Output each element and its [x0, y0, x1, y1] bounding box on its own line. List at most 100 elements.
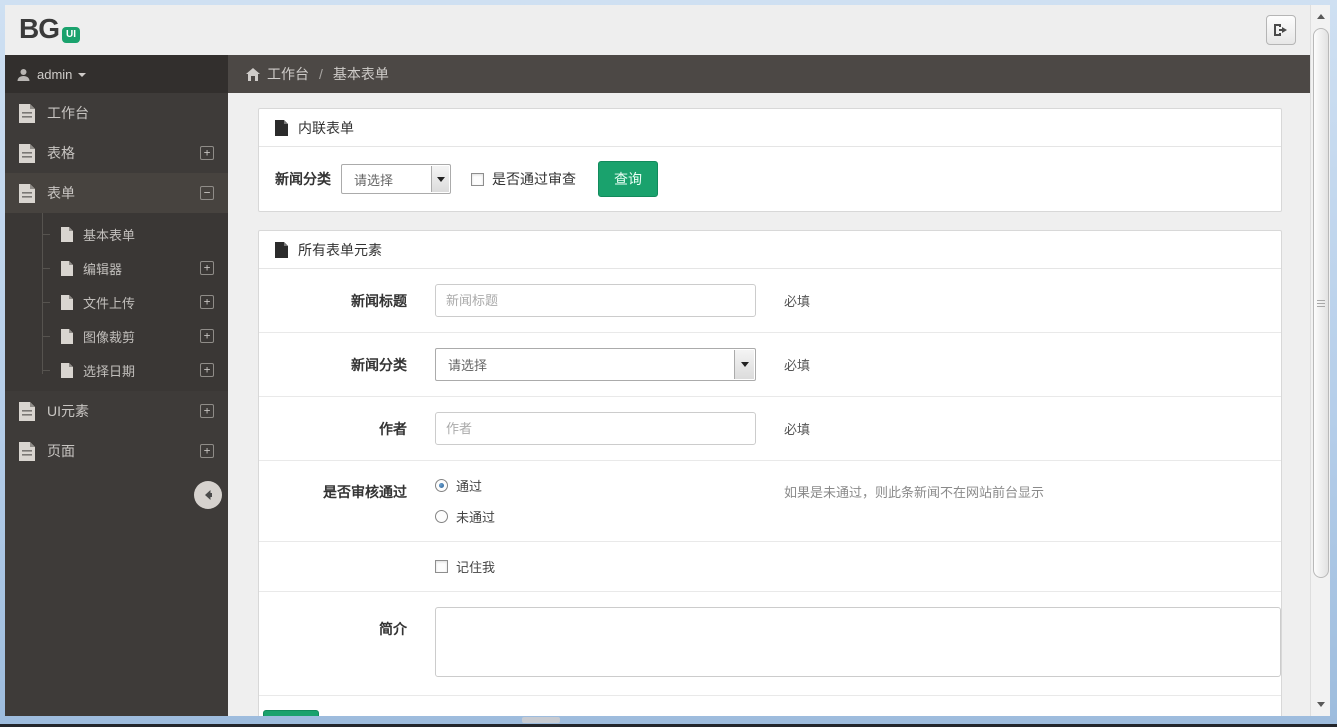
- required-hint: 必填: [784, 422, 811, 437]
- expand-plus-icon[interactable]: +: [200, 261, 214, 275]
- sidebar-item-label: 表单: [47, 185, 75, 201]
- news-category-select-value: 请选择: [448, 358, 488, 373]
- author-input[interactable]: [435, 412, 756, 445]
- collapse-minus-icon[interactable]: −: [200, 186, 214, 200]
- remember-me-checkbox[interactable]: [435, 560, 448, 573]
- sidebar-item-forms[interactable]: 表单 −: [5, 173, 228, 213]
- breadcrumb-home[interactable]: 工作台: [267, 64, 309, 84]
- sidebar-item-label: 表格: [47, 145, 75, 161]
- review-status-label: 是否审核通过: [323, 484, 407, 500]
- news-title-label: 新闻标题: [351, 292, 407, 309]
- review-status-row: 是否审核通过 通过 未通过 如果是未通过，则此条新闻不在网站前台显示: [259, 461, 1281, 542]
- required-hint: 必填: [784, 358, 811, 373]
- expand-plus-icon[interactable]: +: [200, 444, 214, 458]
- logout-icon: [1273, 23, 1289, 37]
- file-icon: [61, 362, 73, 378]
- search-button[interactable]: 查询: [598, 161, 658, 197]
- logo-text: BG: [19, 13, 60, 44]
- review-filter-checkbox-group[interactable]: 是否通过审查: [471, 169, 576, 189]
- expand-plus-icon[interactable]: +: [200, 295, 214, 309]
- news-title-row: 新闻标题 必填: [259, 269, 1281, 333]
- page-content: 内联表单 新闻分类 请选择 是否通过审查 查询 所有表单元素 新闻标题 新闻标题…: [228, 93, 1310, 716]
- top-header: BG UI: [5, 5, 1310, 55]
- intro-label: 简介: [379, 621, 407, 637]
- inline-form-panel-header: 内联表单: [259, 109, 1281, 147]
- sidebar-item-tables[interactable]: 表格 +: [5, 133, 228, 173]
- select-arrow-icon[interactable]: [734, 350, 754, 379]
- intro-row: 简介: [259, 592, 1281, 696]
- sidebar-item-label: UI元素: [47, 403, 89, 419]
- file-icon: [275, 241, 288, 258]
- home-icon: [246, 67, 260, 81]
- sidebar-subitem-date-picker[interactable]: 选择日期 +: [5, 353, 228, 387]
- review-filter-label: 是否通过审查: [492, 171, 576, 187]
- intro-textarea[interactable]: [435, 607, 1281, 677]
- radio-fail-option[interactable]: 未通过: [435, 507, 756, 526]
- all-form-elements-header: 所有表单元素: [259, 231, 1281, 269]
- sidebar-subitem-basic-form[interactable]: 基本表单: [5, 217, 228, 251]
- news-title-input[interactable]: [435, 284, 756, 317]
- review-help-text: 如果是未通过，则此条新闻不在网站前台显示: [784, 485, 1045, 500]
- file-icon: [61, 294, 73, 310]
- logout-button[interactable]: [1266, 15, 1296, 45]
- expand-plus-icon[interactable]: +: [200, 404, 214, 418]
- remember-me-row: 记住我: [259, 542, 1281, 592]
- sidebar-subitem-image-crop[interactable]: 图像裁剪 +: [5, 319, 228, 353]
- expand-plus-icon[interactable]: +: [200, 363, 214, 377]
- radio-pass-label: 通过: [456, 479, 483, 494]
- news-category-row: 新闻分类 请选择 必填: [259, 333, 1281, 397]
- sidebar-item-label: 工作台: [47, 105, 89, 121]
- sidebar-collapse-button[interactable]: [194, 481, 222, 509]
- sidebar: admin 工作台 表格 + 表单 − 基本表单 编辑器 + 文件上传 + 图像…: [5, 55, 228, 716]
- scroll-down-icon[interactable]: [1312, 696, 1330, 713]
- radio-pass[interactable]: [435, 479, 448, 492]
- inline-form-body: 新闻分类 请选择 是否通过审查 查询: [259, 147, 1281, 211]
- remember-me-label: 记住我: [456, 560, 496, 575]
- sidebar-subitem-file-upload[interactable]: 文件上传 +: [5, 285, 228, 319]
- file-icon: [19, 103, 35, 123]
- expand-plus-icon[interactable]: +: [200, 146, 214, 160]
- collapse-icon: [202, 489, 214, 501]
- user-name: admin: [37, 66, 73, 82]
- caret-down-icon: [78, 73, 87, 77]
- user-menu[interactable]: admin: [5, 55, 228, 93]
- radio-fail[interactable]: [435, 510, 448, 523]
- sidebar-item-label: 页面: [47, 443, 75, 459]
- sidebar-submenu-forms: 基本表单 编辑器 + 文件上传 + 图像裁剪 + 选择日期 +: [5, 213, 228, 391]
- breadcrumb: 工作台 / 基本表单: [228, 55, 1310, 93]
- remember-me-option[interactable]: 记住我: [435, 557, 756, 576]
- sidebar-item-workbench[interactable]: 工作台: [5, 93, 228, 133]
- sidebar-item-pages[interactable]: 页面 +: [5, 431, 228, 471]
- radio-fail-label: 未通过: [456, 510, 496, 525]
- radio-pass-option[interactable]: 通过: [435, 476, 756, 495]
- browser-viewport: BG UI admin 工作台 表格 + 表单 − 基本表单 编辑器 + 文件上…: [5, 5, 1310, 716]
- file-icon: [275, 119, 288, 136]
- vertical-scrollbar[interactable]: [1310, 5, 1330, 716]
- category-select[interactable]: 请选择: [341, 164, 451, 194]
- file-icon: [19, 183, 35, 203]
- sidebar-subitem-label: 选择日期: [83, 363, 136, 379]
- sidebar-item-ui-elements[interactable]: UI元素 +: [5, 391, 228, 431]
- file-icon: [61, 328, 73, 344]
- breadcrumb-separator: /: [319, 66, 323, 82]
- news-category-select[interactable]: 请选择: [435, 348, 756, 381]
- review-filter-checkbox[interactable]: [471, 172, 484, 186]
- horizontal-scrollbar-thumb[interactable]: [522, 717, 560, 723]
- scroll-up-icon[interactable]: [1312, 8, 1330, 25]
- news-category-label: 新闻分类: [351, 356, 407, 373]
- select-arrow-icon[interactable]: [431, 166, 449, 192]
- author-label: 作者: [379, 420, 407, 437]
- sidebar-subitem-label: 编辑器: [83, 261, 123, 277]
- required-hint: 必填: [784, 294, 811, 309]
- main-area: 工作台 / 基本表单 内联表单 新闻分类 请选择 是否通过审查 查询 所有表单元…: [228, 55, 1310, 716]
- sidebar-subitem-editor[interactable]: 编辑器 +: [5, 251, 228, 285]
- file-icon: [61, 260, 73, 276]
- expand-plus-icon[interactable]: +: [200, 329, 214, 343]
- scrollbar-thumb[interactable]: [1313, 28, 1329, 578]
- file-icon: [19, 401, 35, 421]
- submit-row: [259, 696, 1281, 716]
- sidebar-subitem-label: 基本表单: [83, 227, 136, 243]
- submit-button[interactable]: [263, 710, 319, 716]
- file-icon: [19, 143, 35, 163]
- app-logo[interactable]: BG UI: [19, 13, 80, 45]
